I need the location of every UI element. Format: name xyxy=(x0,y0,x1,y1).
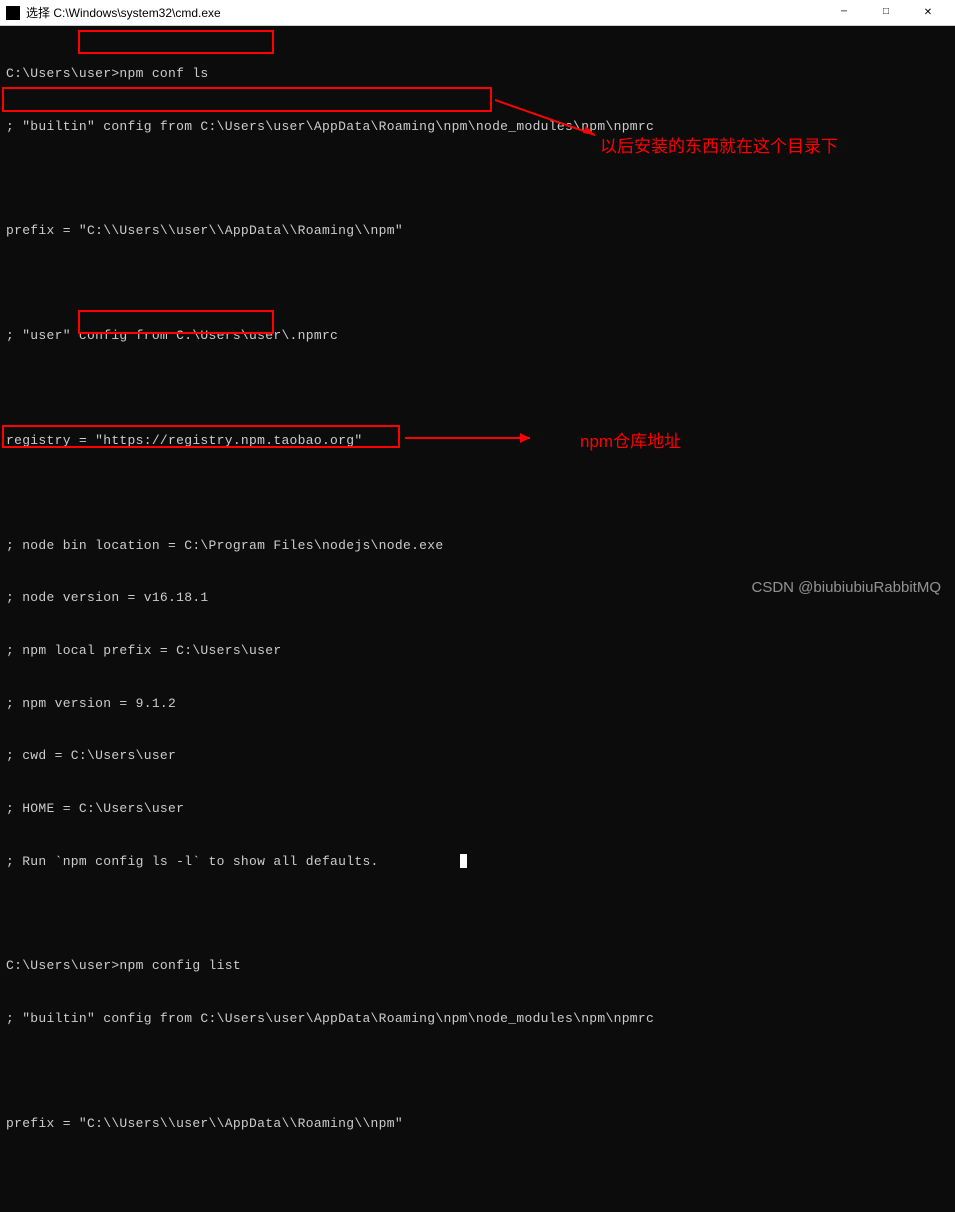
terminal-line: ; npm version = 9.1.2 xyxy=(6,695,949,713)
close-button[interactable]: ✕ xyxy=(907,1,949,25)
terminal-line: ; "builtin" config from C:\Users\user\Ap… xyxy=(6,1010,949,1028)
terminal-line: ; npm local prefix = C:\Users\user xyxy=(6,642,949,660)
terminal-line: ; node version = v16.18.1 xyxy=(6,589,949,607)
terminal-line: ; node bin location = C:\Program Files\n… xyxy=(6,537,949,555)
terminal-line: prefix = "C:\\Users\\user\\AppData\\Roam… xyxy=(6,222,949,240)
terminal-line xyxy=(6,905,949,922)
terminal-line: ; cwd = C:\Users\user xyxy=(6,747,949,765)
terminal-line: C:\Users\user>npm config list xyxy=(6,957,949,975)
terminal-line xyxy=(6,170,949,187)
terminal-line: prefix = "C:\\Users\\user\\AppData\\Roam… xyxy=(6,1115,949,1133)
maximize-button[interactable]: □ xyxy=(865,1,907,25)
terminal-line xyxy=(6,275,949,292)
terminal-line: ; Run `npm config ls -l` to show all def… xyxy=(6,853,949,871)
terminal-line: ; HOME = C:\Users\user xyxy=(6,800,949,818)
cursor-block xyxy=(460,854,467,868)
terminal-line: registry = "https://registry.npm.taobao.… xyxy=(6,432,949,450)
terminal-line xyxy=(6,485,949,502)
terminal-line: ; "user" config from C:\Users\user\.npmr… xyxy=(6,327,949,345)
terminal-line: ; "builtin" config from C:\Users\user\Ap… xyxy=(6,118,949,136)
window-title: 选择 C:\Windows\system32\cmd.exe xyxy=(26,4,823,21)
terminal-line: C:\Users\user>npm conf ls xyxy=(6,65,949,83)
window-controls: ─ □ ✕ xyxy=(823,1,949,25)
terminal-output[interactable]: C:\Users\user>npm conf ls ; "builtin" co… xyxy=(0,26,955,1212)
terminal-line xyxy=(6,1167,949,1184)
terminal-line xyxy=(6,380,949,397)
minimize-button[interactable]: ─ xyxy=(823,1,865,25)
cmd-icon xyxy=(6,6,20,20)
window-titlebar: 选择 C:\Windows\system32\cmd.exe ─ □ ✕ xyxy=(0,0,955,26)
terminal-line xyxy=(6,1063,949,1080)
